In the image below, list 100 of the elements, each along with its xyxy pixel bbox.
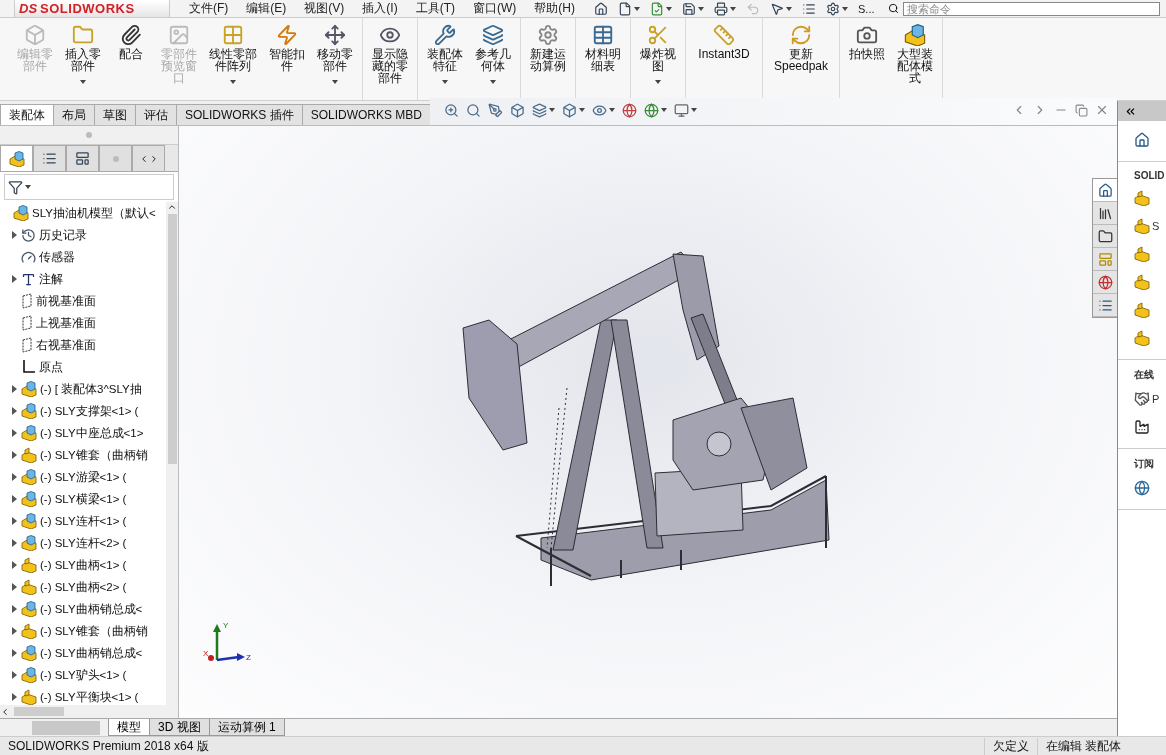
factory-icon[interactable] <box>1134 419 1150 436</box>
search-icon[interactable] <box>887 3 899 14</box>
tree-item[interactable]: 上视基准面 <box>36 315 96 331</box>
caret-icon[interactable] <box>579 108 586 113</box>
scrollbar[interactable] <box>166 202 178 706</box>
expand-arrow-icon[interactable] <box>11 495 17 504</box>
tree-item[interactable]: SLY抽油机模型（默认< <box>32 205 156 221</box>
tree-item[interactable]: 右视基准面 <box>36 337 96 353</box>
zoom-icon[interactable] <box>444 102 460 118</box>
scrollbar[interactable] <box>0 705 178 719</box>
tab[interactable]: 评估 <box>135 104 177 126</box>
task-link[interactable]: S <box>1152 220 1160 233</box>
tree-item[interactable]: (-) SLY驴头<1> ( <box>40 667 127 683</box>
pen-icon[interactable] <box>488 102 504 118</box>
ribbon-button[interactable]: 拍快照 <box>843 22 891 100</box>
tree-item[interactable]: (-) SLY锥套（曲柄销 <box>40 447 148 463</box>
expand-arrow-icon[interactable] <box>11 649 17 658</box>
menu-item[interactable]: 视图(V) <box>295 0 354 17</box>
ribbon-button[interactable]: 配合 <box>107 22 155 100</box>
ribbon-button[interactable]: 新建运动算例 <box>524 22 572 100</box>
tab[interactable]: 模型 <box>108 719 150 737</box>
tree-item[interactable]: 原点 <box>39 359 63 375</box>
menu-item[interactable]: 帮助(H) <box>525 0 584 17</box>
expand-arrow-icon[interactable] <box>11 451 17 460</box>
list-tab[interactable] <box>1093 294 1117 318</box>
caret-icon[interactable] <box>666 6 672 11</box>
tree-item[interactable]: (-) SLY锥套（曲柄销 <box>40 623 148 639</box>
expand-arrow-icon[interactable] <box>11 539 17 548</box>
save-icon[interactable] <box>682 1 696 16</box>
expand-arrow-icon[interactable] <box>11 517 17 526</box>
home-tab[interactable] <box>1093 179 1117 203</box>
expand-arrow-icon[interactable] <box>11 671 17 680</box>
caret-icon[interactable] <box>230 80 236 84</box>
open-file-icon[interactable] <box>650 1 664 16</box>
restore-icon[interactable] <box>1075 103 1088 117</box>
filter-field[interactable] <box>4 174 174 201</box>
tab[interactable]: 3D 视图 <box>149 719 210 737</box>
caret-icon[interactable] <box>730 6 736 11</box>
ribbon-button[interactable]: 移动零部件 <box>311 22 359 100</box>
caret-icon[interactable] <box>691 108 698 113</box>
expand-arrow-icon[interactable] <box>11 231 17 240</box>
caret-icon[interactable] <box>842 6 848 11</box>
tree-item[interactable]: (-) [ 装配体3^SLY抽 <box>40 381 142 397</box>
property-tab[interactable] <box>33 145 66 172</box>
layers-icon[interactable] <box>532 102 548 118</box>
expand-arrow-icon[interactable] <box>11 429 17 438</box>
expand-arrow-icon[interactable] <box>11 385 17 394</box>
ribbon-button[interactable]: 线性零部件阵列 <box>203 22 263 100</box>
caret-icon[interactable] <box>655 80 661 84</box>
caret-icon[interactable] <box>549 108 556 113</box>
caret-icon[interactable] <box>634 6 640 11</box>
list-icon[interactable] <box>802 1 816 16</box>
home-icon[interactable] <box>1134 132 1150 149</box>
task-link[interactable]: P <box>1152 393 1160 406</box>
globe-icon[interactable] <box>644 102 660 118</box>
menu-item[interactable]: 编辑(E) <box>237 0 296 17</box>
ribbon-button[interactable]: 显示隐藏的零部件 <box>366 22 414 100</box>
cursor-icon[interactable] <box>770 1 784 16</box>
globe-icon[interactable] <box>622 102 638 118</box>
eye-icon[interactable] <box>592 102 608 118</box>
tree-item[interactable]: (-) SLY平衡块<1> ( <box>40 689 139 705</box>
ribbon-button[interactable]: 插入零部件 <box>59 22 107 100</box>
tree-item[interactable]: (-) SLY曲柄销总成< <box>40 601 143 617</box>
settings-icon[interactable] <box>826 1 840 16</box>
tree-item[interactable]: 传感器 <box>39 249 75 265</box>
expand-arrow-icon[interactable] <box>11 561 17 570</box>
caret-icon[interactable] <box>786 6 792 11</box>
globe-icon[interactable] <box>1134 480 1150 497</box>
caret-icon[interactable] <box>698 6 704 11</box>
tree-item[interactable]: (-) SLY中座总成<1> <box>40 425 144 441</box>
menu-item[interactable]: 窗口(W) <box>464 0 526 17</box>
caret-icon[interactable] <box>442 80 448 84</box>
tree-item[interactable]: 历史记录 <box>39 227 87 243</box>
caret-icon[interactable] <box>490 80 496 84</box>
cube-icon[interactable] <box>562 102 578 118</box>
tree-item[interactable]: (-) SLY连杆<1> ( <box>40 513 127 529</box>
tree-item[interactable]: 注解 <box>39 271 63 287</box>
tab[interactable]: 运动算例 1 <box>208 719 285 737</box>
appearance-tab[interactable] <box>1093 271 1117 295</box>
tree-item[interactable]: 前视基准面 <box>36 293 96 309</box>
ribbon-button[interactable]: Instant3D <box>689 22 759 100</box>
expand-arrow-icon[interactable] <box>11 693 17 702</box>
expand-arrow-icon[interactable] <box>11 473 17 482</box>
cube-icon[interactable] <box>510 102 526 118</box>
tree-item[interactable]: (-) SLY连杆<2> ( <box>40 535 127 551</box>
tree-item[interactable]: (-) SLY游梁<1> ( <box>40 469 127 485</box>
expand-arrow-icon[interactable] <box>11 605 17 614</box>
handshake-icon[interactable] <box>1134 391 1150 408</box>
tab[interactable]: 草图 <box>94 104 136 126</box>
expand-arrow-icon[interactable] <box>11 407 17 416</box>
configuration-tab[interactable] <box>66 145 99 172</box>
tab[interactable]: SOLIDWORKS 插件 <box>176 104 303 126</box>
tab[interactable]: 装配体 <box>0 104 54 126</box>
caret-icon[interactable] <box>80 80 86 84</box>
ribbon-button[interactable]: 更新Speedpak <box>766 22 836 100</box>
monitor-icon[interactable] <box>674 102 690 118</box>
print-icon[interactable] <box>714 1 728 16</box>
tree-item[interactable]: (-) SLY支撑架<1> ( <box>40 403 139 419</box>
expand-arrow-icon[interactable] <box>11 627 17 636</box>
folder-tab[interactable] <box>1093 225 1117 249</box>
